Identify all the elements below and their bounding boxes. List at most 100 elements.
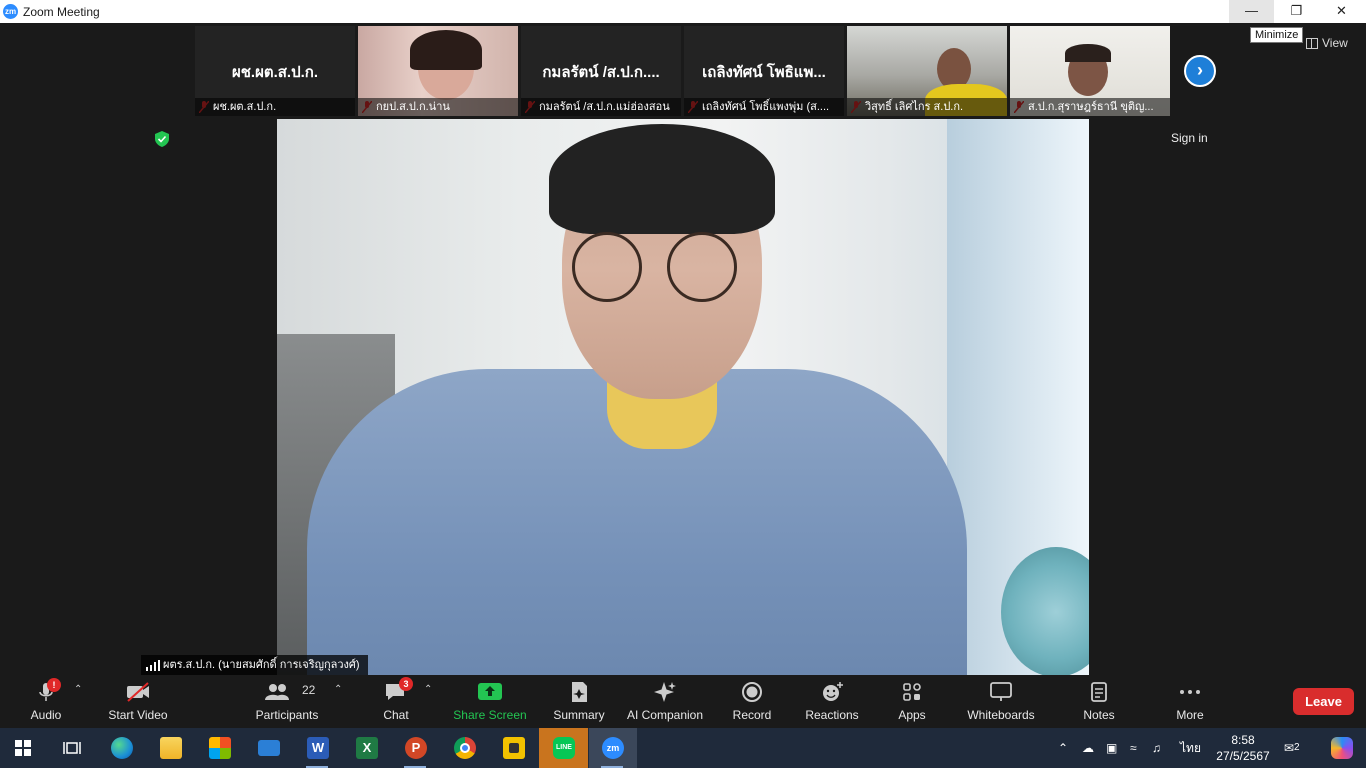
leave-button[interactable]: Leave bbox=[1293, 688, 1354, 715]
copilot-icon bbox=[1331, 737, 1353, 759]
whiteboards-button[interactable]: Whiteboards bbox=[960, 676, 1042, 728]
share-screen-button[interactable]: Share Screen bbox=[450, 676, 530, 728]
sticky-app-icon bbox=[503, 737, 525, 759]
view-grid-icon bbox=[1306, 38, 1318, 50]
more-dots-icon bbox=[1180, 690, 1200, 694]
notes-label: Notes bbox=[1083, 708, 1115, 722]
whiteboard-icon bbox=[990, 682, 1012, 701]
taskbar-copilot[interactable] bbox=[1316, 728, 1362, 768]
notes-button[interactable]: Notes bbox=[1073, 676, 1125, 728]
participants-button[interactable]: 22 Participants bbox=[252, 676, 322, 728]
participant-tile[interactable]: กยป.ส.ป.ก.น่าน bbox=[358, 26, 518, 116]
start-button[interactable] bbox=[0, 728, 46, 768]
speaker-glasses-right bbox=[667, 232, 737, 302]
store-icon bbox=[209, 737, 231, 759]
ai-companion-label: AI Companion bbox=[626, 708, 704, 722]
record-button[interactable]: Record bbox=[726, 676, 778, 728]
minimize-button[interactable]: — bbox=[1229, 0, 1274, 23]
chat-options-caret-icon[interactable]: ⌃ bbox=[424, 684, 432, 695]
participant-tile[interactable]: วิสุทธิ์ เลิศไกร ส.ป.ก. bbox=[847, 26, 1007, 116]
participant-caption: เถลิงทัศน์ โพธิ์แพงพุ่ม (ส.... bbox=[684, 98, 844, 116]
mail-icon bbox=[258, 740, 280, 756]
zoom-icon: zm bbox=[602, 737, 624, 759]
view-button[interactable]: View bbox=[1306, 36, 1348, 50]
display-icon[interactable]: ▣ bbox=[1106, 728, 1117, 768]
window-titlebar: zm Zoom Meeting — ❐ ✕ bbox=[0, 0, 1366, 23]
share-screen-label: Share Screen bbox=[453, 708, 527, 722]
taskbar-sticky-app[interactable] bbox=[490, 728, 536, 768]
wifi-icon[interactable]: ≈ bbox=[1130, 728, 1137, 768]
sign-in-button[interactable]: Sign in bbox=[1164, 128, 1215, 148]
clock-time: 8:58 bbox=[1231, 733, 1255, 747]
ai-companion-button[interactable]: AI Companion bbox=[625, 676, 705, 728]
chrome-icon bbox=[454, 737, 476, 759]
taskbar-store[interactable] bbox=[196, 728, 242, 768]
next-page-button[interactable]: › bbox=[1184, 55, 1216, 87]
task-view-button[interactable] bbox=[49, 728, 95, 768]
participants-count: 22 bbox=[302, 683, 316, 697]
active-speaker-namebar: ผตร.ส.ป.ก. (นายสมศักดิ์ การเจริญกุลวงศ์) bbox=[141, 655, 368, 675]
meeting-toolbar: ! Audio ⌃ Start Video 22 Participants ⌃ … bbox=[0, 676, 1366, 728]
powerpoint-icon: P bbox=[405, 737, 427, 759]
minimize-tooltip: Minimize bbox=[1250, 27, 1304, 43]
participants-options-caret-icon[interactable]: ⌃ bbox=[334, 684, 342, 695]
taskbar-word[interactable]: W bbox=[294, 728, 340, 768]
participant-caption: ผช.ผต.ส.ป.ก. bbox=[195, 98, 355, 116]
taskbar-edge[interactable] bbox=[98, 728, 144, 768]
taskbar-line[interactable]: LINE bbox=[539, 728, 588, 768]
notes-icon bbox=[1091, 682, 1107, 702]
record-label: Record bbox=[732, 708, 772, 722]
reactions-label: Reactions bbox=[805, 708, 859, 722]
audio-options-caret-icon[interactable]: ⌃ bbox=[74, 684, 82, 695]
taskbar-powerpoint[interactable]: P bbox=[392, 728, 438, 768]
participant-hair bbox=[410, 30, 482, 70]
more-button[interactable]: More bbox=[1164, 676, 1216, 728]
chevron-right-icon: › bbox=[1197, 60, 1203, 80]
speaker-glasses-left bbox=[572, 232, 642, 302]
audio-warning-badge: ! bbox=[47, 678, 61, 692]
participant-display-name: กมลรัตน์ /ส.ป.ก.... bbox=[542, 64, 660, 81]
reactions-button[interactable]: Reactions bbox=[800, 676, 864, 728]
taskbar-file-explorer[interactable] bbox=[147, 728, 193, 768]
close-button[interactable]: ✕ bbox=[1319, 0, 1364, 23]
edge-icon bbox=[111, 737, 133, 759]
task-view-icon bbox=[63, 742, 81, 754]
start-video-button[interactable]: Start Video bbox=[103, 676, 173, 728]
participant-tile[interactable]: ผช.ผต.ส.ป.ก. ผช.ผต.ส.ป.ก. bbox=[195, 26, 355, 116]
whiteboards-label: Whiteboards bbox=[967, 708, 1035, 722]
line-icon: LINE bbox=[553, 737, 575, 759]
apps-button[interactable]: Apps bbox=[886, 676, 938, 728]
notification-center-button[interactable]: ✉ 2 bbox=[1284, 728, 1300, 768]
taskbar-excel[interactable]: X bbox=[343, 728, 389, 768]
taskbar-mail[interactable] bbox=[245, 728, 291, 768]
summary-button[interactable]: Summary bbox=[547, 676, 611, 728]
active-speaker-name: ผตร.ส.ป.ก. (นายสมศักดิ์ การเจริญกุลวงศ์) bbox=[163, 659, 360, 671]
taskbar-zoom[interactable]: zm bbox=[589, 728, 637, 768]
participant-caption: วิสุทธิ์ เลิศไกร ส.ป.ก. bbox=[847, 98, 1007, 116]
participant-caption: ส.ป.ก.สุราษฎร์ธานี ขุติญ... bbox=[1010, 98, 1170, 116]
restore-button[interactable]: ❐ bbox=[1274, 0, 1319, 23]
window-title: Zoom Meeting bbox=[23, 5, 100, 19]
volume-icon[interactable]: ♫ bbox=[1152, 728, 1161, 768]
taskbar-chrome[interactable] bbox=[441, 728, 487, 768]
windows-start-icon bbox=[15, 740, 31, 756]
excel-icon: X bbox=[356, 737, 378, 759]
participant-tile[interactable]: เถลิงทัศน์ โพธิแพ... เถลิงทัศน์ โพธิ์แพง… bbox=[684, 26, 844, 116]
participant-tile[interactable]: ส.ป.ก.สุราษฎร์ธานี ขุติญ... bbox=[1010, 26, 1170, 116]
chat-button[interactable]: 3 Chat bbox=[370, 676, 422, 728]
view-label: View bbox=[1322, 36, 1348, 50]
input-language[interactable]: ไทย bbox=[1180, 728, 1201, 768]
participants-label: Participants bbox=[255, 708, 319, 722]
chat-unread-badge: 3 bbox=[399, 677, 413, 691]
participant-display-name: เถลิงทัศน์ โพธิแพ... bbox=[702, 64, 826, 81]
security-shield-icon[interactable] bbox=[155, 131, 169, 147]
more-label: More bbox=[1176, 708, 1204, 722]
audio-button[interactable]: ! Audio bbox=[20, 676, 72, 728]
system-clock[interactable]: 8:58 27/5/2567 bbox=[1212, 732, 1274, 764]
onedrive-icon[interactable]: ☁ bbox=[1082, 728, 1094, 768]
show-hidden-icons-button[interactable]: ⌃ bbox=[1058, 728, 1068, 768]
file-explorer-icon bbox=[160, 737, 182, 759]
notification-count: 2 bbox=[1294, 741, 1300, 755]
participant-tile[interactable]: กมลรัตน์ /ส.ป.ก.... กมลรัตน์ /ส.ป.ก.แม่ฮ… bbox=[521, 26, 681, 116]
participant-caption: กยป.ส.ป.ก.น่าน bbox=[358, 98, 518, 116]
